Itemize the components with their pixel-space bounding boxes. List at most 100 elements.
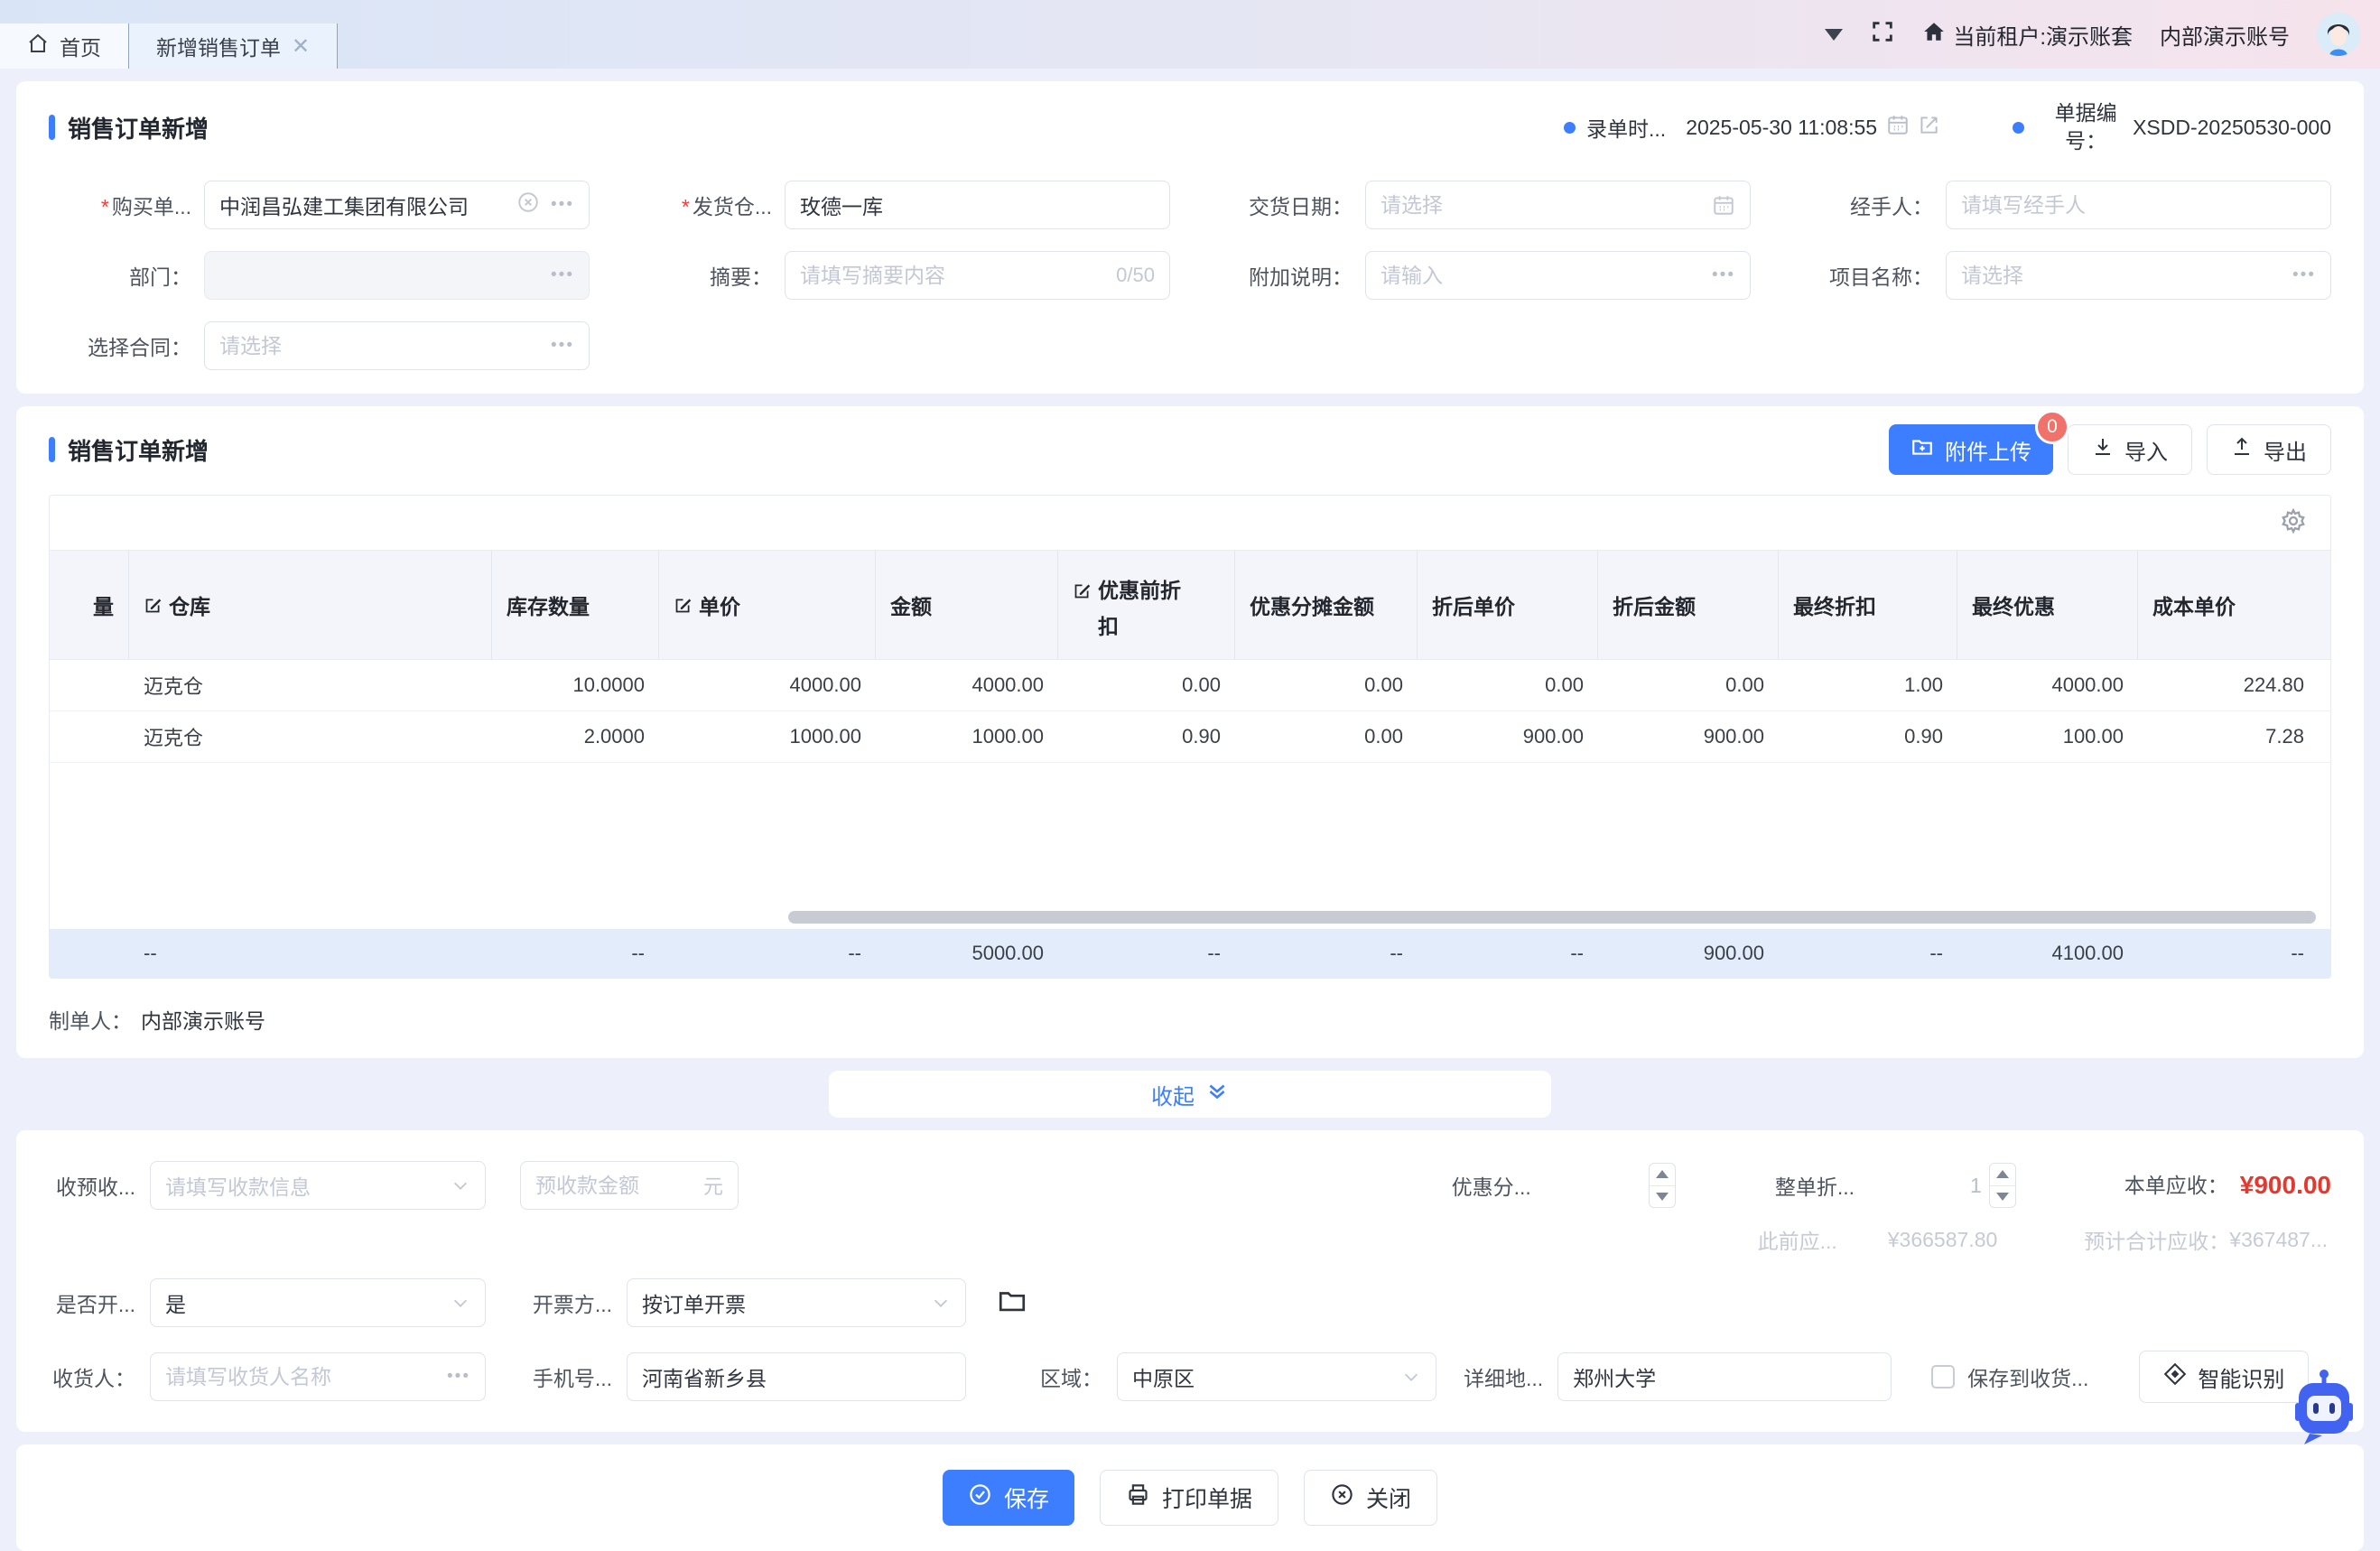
consignee-input[interactable]: ••• — [150, 1352, 486, 1401]
handler-input[interactable] — [1946, 181, 2331, 229]
close-button[interactable]: 关闭 — [1304, 1470, 1437, 1526]
region-select[interactable]: 中原区 — [1117, 1352, 1436, 1401]
save-button[interactable]: 保存 — [943, 1470, 1074, 1526]
tab-home-label: 首页 — [60, 31, 101, 61]
horizontal-scrollbar[interactable] — [50, 909, 2330, 925]
more-icon[interactable]: ••• — [447, 1367, 470, 1387]
summary-label: 摘要： — [629, 260, 785, 291]
scrollbar-thumb[interactable] — [788, 911, 2316, 924]
col-header-final-discount[interactable]: 最终折扣 — [1779, 551, 1957, 659]
more-icon[interactable]: ••• — [551, 265, 574, 285]
summary-field: 摘要： 0/50 — [629, 251, 1170, 300]
table-row[interactable]: 迈克仓 2.0000 1000.00 1000.00 0.90 0.00 900… — [50, 711, 2330, 763]
maker-value: 内部演示账号 — [141, 1009, 265, 1033]
note-label: 附加说明： — [1210, 260, 1365, 291]
project-input[interactable]: ••• — [1946, 251, 2331, 300]
export-label: 导出 — [2264, 434, 2307, 466]
title-accent-bar — [49, 437, 55, 462]
avatar[interactable] — [2317, 13, 2360, 56]
precollect-amount-input[interactable]: 元 — [520, 1161, 739, 1210]
order-header-card: 销售订单新增 录单时... 2025-05-30 11:08:55 单据编号： … — [16, 81, 2364, 394]
doc-no-dot — [2013, 122, 2024, 134]
delivery-date-input[interactable] — [1365, 181, 1751, 229]
invoice-flag-label: 是否开... — [49, 1287, 135, 1318]
calendar-icon[interactable] — [1712, 193, 1735, 217]
chevron-down-icon[interactable] — [1825, 29, 1843, 41]
project-label: 项目名称： — [1790, 260, 1946, 291]
chevron-down-icon — [451, 1175, 470, 1195]
buyer-field: 购买单... ••• — [49, 181, 590, 229]
import-button[interactable]: 导入 — [2068, 424, 2192, 475]
tab-home[interactable]: 首页 — [0, 23, 129, 69]
contract-field: 选择合同： ••• — [49, 321, 590, 370]
save-to-consignee-checkbox[interactable] — [1931, 1365, 1955, 1388]
discount-share-stepper[interactable] — [1649, 1163, 1676, 1208]
precollect-label: 收预收... — [49, 1170, 135, 1201]
discount-share-label: 优惠分... — [1452, 1170, 1531, 1201]
clear-icon[interactable] — [516, 190, 540, 219]
tab-new-sales-order[interactable]: 新增销售订单 ✕ — [129, 23, 338, 69]
gear-icon[interactable] — [2280, 507, 2307, 539]
account-name[interactable]: 内部演示账号 — [2160, 19, 2290, 51]
contract-label: 选择合同： — [49, 330, 204, 361]
order-discount-stepper[interactable] — [1989, 1163, 2016, 1208]
due-label: 本单应收： — [2124, 1172, 2218, 1200]
col-header-discounted-price[interactable]: 折后单价 — [1418, 551, 1598, 659]
warehouse-input[interactable] — [785, 181, 1170, 229]
note-input[interactable]: ••• — [1365, 251, 1751, 300]
import-label: 导入 — [2124, 434, 2168, 466]
due-amount: ¥900.00 — [2240, 1171, 2331, 1200]
estimated-total-value: ¥367487... — [2229, 1228, 2328, 1252]
col-header-cost-price[interactable]: 成本单价 — [2138, 551, 2319, 659]
phone-input[interactable] — [627, 1352, 966, 1401]
doc-no-label: 单据编号： — [2039, 99, 2133, 155]
warehouse-label: 发货仓... — [629, 190, 785, 220]
col-header-discount-share[interactable]: 优惠分摊金额 — [1235, 551, 1418, 659]
export-button[interactable]: 导出 — [2207, 424, 2331, 475]
col-header-qty-clipped[interactable]: 量 — [50, 551, 129, 659]
maker-label: 制单人： — [49, 1009, 132, 1033]
col-header-final-benefit[interactable]: 最终优惠 — [1957, 551, 2138, 659]
table-row[interactable]: 迈克仓 10.0000 4000.00 4000.00 0.00 0.00 0.… — [50, 660, 2330, 711]
contract-input[interactable]: ••• — [204, 321, 590, 370]
close-circle-icon — [1330, 1482, 1354, 1513]
summary-input[interactable]: 0/50 — [785, 251, 1170, 300]
buyer-input[interactable]: ••• — [204, 181, 590, 229]
delivery-date-field: 交货日期： — [1210, 181, 1751, 229]
record-time-dot — [1564, 122, 1576, 134]
col-header-discounted-amount[interactable]: 折后金额 — [1598, 551, 1779, 659]
folder-icon[interactable] — [997, 1286, 1027, 1321]
table-empty-area — [50, 763, 2330, 907]
address-input[interactable] — [1557, 1352, 1892, 1401]
more-icon[interactable]: ••• — [2292, 265, 2316, 285]
more-icon[interactable]: ••• — [1712, 265, 1735, 285]
col-header-pre-discount[interactable]: 优惠前折扣 — [1058, 551, 1235, 659]
more-icon[interactable]: ••• — [551, 195, 574, 215]
edit-icon[interactable] — [1917, 113, 1940, 142]
col-header-amount[interactable]: 金额 — [876, 551, 1058, 659]
attachment-upload-button[interactable]: 附件上传 0 — [1889, 424, 2053, 475]
upload-badge: 0 — [2035, 410, 2069, 444]
table-total-row: -- -- -- 5000.00 -- -- -- 900.00 -- 4100… — [50, 929, 2330, 978]
department-input[interactable]: ••• — [204, 251, 590, 300]
print-button[interactable]: 打印单据 — [1100, 1470, 1278, 1526]
more-icon[interactable]: ••• — [551, 336, 574, 356]
collapse-toggle[interactable]: 收起 — [829, 1071, 1551, 1118]
fullscreen-icon[interactable] — [1870, 19, 1895, 51]
chevron-down-icon — [451, 1293, 470, 1313]
tab-close-icon[interactable]: ✕ — [292, 33, 310, 60]
precollect-select[interactable]: 请填写收款信息 — [150, 1161, 486, 1210]
col-header-warehouse[interactable]: 仓库 — [129, 551, 492, 659]
calendar-icon[interactable] — [1886, 113, 1910, 142]
chevron-down-icon — [1401, 1367, 1421, 1387]
tenant-indicator[interactable]: 当前租户:演示账套 — [1922, 19, 2133, 51]
record-time-label: 录单时... — [1586, 112, 1666, 143]
col-header-unit-price[interactable]: 单价 — [659, 551, 876, 659]
home-icon — [27, 33, 49, 60]
assistant-robot-icon[interactable] — [2282, 1369, 2366, 1454]
table-header-row: 量 仓库 库存数量 单价 金额 优惠前折扣 优惠分摊金额 折后单价 折后金额 最… — [50, 550, 2330, 660]
invoice-method-select[interactable]: 按订单开票 — [627, 1278, 966, 1327]
invoice-flag-select[interactable]: 是 — [150, 1278, 486, 1327]
upload-label: 附件上传 — [1945, 434, 2031, 466]
col-header-stock-qty[interactable]: 库存数量 — [492, 551, 659, 659]
